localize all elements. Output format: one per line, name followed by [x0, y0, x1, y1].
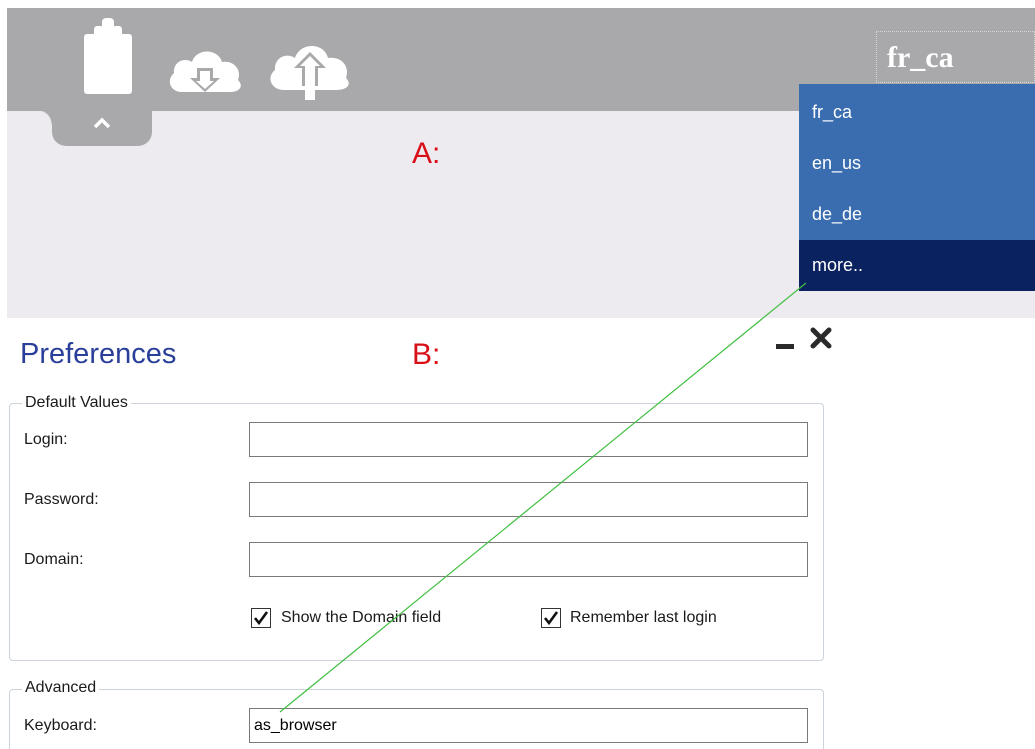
login-field[interactable]	[249, 422, 808, 457]
language-option-fr-ca[interactable]: fr_ca	[799, 87, 1035, 138]
language-select[interactable]: fr_ca	[876, 31, 1035, 83]
keyboard-field[interactable]	[249, 708, 808, 743]
remember-login-label: Remember last login	[570, 609, 717, 626]
password-field[interactable]	[249, 482, 808, 517]
checkmark-icon	[543, 611, 559, 626]
show-domain-label: Show the Domain field	[281, 609, 442, 626]
close-icon[interactable]	[809, 326, 833, 350]
minimize-icon[interactable]	[776, 344, 794, 349]
language-option-de-de[interactable]: de_de	[799, 189, 1035, 240]
page-title: Preferences	[20, 338, 177, 370]
default-values-legend: Default Values	[22, 394, 131, 412]
checkmark-icon	[253, 611, 269, 626]
language-dropdown: fr_ca en_us de_de more..	[799, 84, 1035, 291]
language-more-option[interactable]: more..	[799, 240, 1035, 291]
annotation-label-b: B:	[412, 338, 441, 371]
annotation-label-a: A:	[412, 137, 441, 170]
password-label: Password:	[24, 491, 99, 508]
domain-label: Domain:	[24, 551, 84, 568]
advanced-legend: Advanced	[22, 679, 100, 697]
remember-login-checkbox[interactable]	[541, 608, 561, 628]
domain-field[interactable]	[249, 542, 808, 577]
language-option-en-us[interactable]: en_us	[799, 138, 1035, 189]
chevron-up-icon[interactable]	[90, 114, 114, 132]
login-label: Login:	[24, 431, 68, 448]
cloud-download-icon[interactable]	[164, 42, 246, 100]
cloud-upload-icon[interactable]	[264, 36, 356, 100]
show-domain-checkbox[interactable]	[251, 608, 271, 628]
keyboard-label: Keyboard:	[24, 717, 97, 734]
clipboard-icon[interactable]	[80, 18, 136, 96]
